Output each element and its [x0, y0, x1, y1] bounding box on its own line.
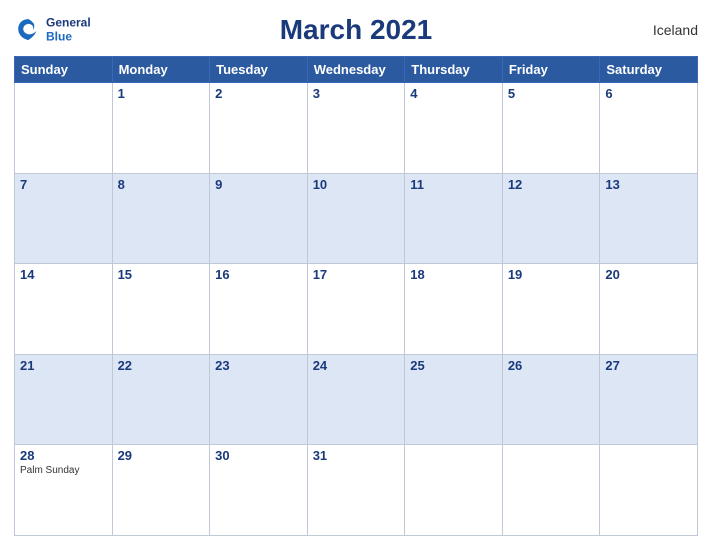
- logo: General Blue: [14, 16, 91, 45]
- day-number: 3: [313, 86, 400, 101]
- logo-general: General: [46, 16, 91, 30]
- day-number: 22: [118, 358, 205, 373]
- calendar-cell: 23: [210, 354, 308, 445]
- weekday-header-row: Sunday Monday Tuesday Wednesday Thursday…: [15, 57, 698, 83]
- country-label: Iceland: [653, 22, 698, 38]
- day-number: 16: [215, 267, 302, 282]
- calendar-week-row: 123456: [15, 83, 698, 174]
- calendar-cell: 3: [307, 83, 405, 174]
- day-number: 5: [508, 86, 595, 101]
- calendar-cell: 1: [112, 83, 210, 174]
- day-number: 19: [508, 267, 595, 282]
- day-number: 2: [215, 86, 302, 101]
- calendar-cell: 12: [502, 173, 600, 264]
- day-number: 8: [118, 177, 205, 192]
- calendar-cell: 6: [600, 83, 698, 174]
- day-number: 13: [605, 177, 692, 192]
- day-number: 9: [215, 177, 302, 192]
- calendar-cell: 31: [307, 445, 405, 536]
- calendar-cell: 29: [112, 445, 210, 536]
- calendar-cell: 20: [600, 264, 698, 355]
- calendar-cell: 14: [15, 264, 113, 355]
- calendar-week-row: 21 22 23 24 25 26 27: [15, 354, 698, 445]
- calendar-cell: [600, 445, 698, 536]
- day-number: 10: [313, 177, 400, 192]
- day-number: 1: [118, 86, 205, 101]
- calendar-cell: 28 Palm Sunday: [15, 445, 113, 536]
- calendar-week-row: 14 15 16 17 18 19 20: [15, 264, 698, 355]
- day-number: 27: [605, 358, 692, 373]
- day-number: 23: [215, 358, 302, 373]
- calendar-cell: 18: [405, 264, 503, 355]
- day-number: 24: [313, 358, 400, 373]
- calendar-cell: 26: [502, 354, 600, 445]
- calendar-week-row: 789 10 11 12 13: [15, 173, 698, 264]
- day-number: 4: [410, 86, 497, 101]
- day-number: 18: [410, 267, 497, 282]
- calendar-cell: 9: [210, 173, 308, 264]
- header-thursday: Thursday: [405, 57, 503, 83]
- day-number: 17: [313, 267, 400, 282]
- day-number: 6: [605, 86, 692, 101]
- calendar-cell: [405, 445, 503, 536]
- calendar-cell: 11: [405, 173, 503, 264]
- header-tuesday: Tuesday: [210, 57, 308, 83]
- day-number: 31: [313, 448, 400, 463]
- calendar-cell: 25: [405, 354, 503, 445]
- header-saturday: Saturday: [600, 57, 698, 83]
- day-number: 28: [20, 448, 107, 463]
- day-number: 12: [508, 177, 595, 192]
- calendar-cell: 8: [112, 173, 210, 264]
- logo-blue: Blue: [46, 30, 91, 44]
- calendar-cell: 5: [502, 83, 600, 174]
- calendar-cell: 13: [600, 173, 698, 264]
- calendar-cell: 21: [15, 354, 113, 445]
- calendar-cell: 4: [405, 83, 503, 174]
- day-number: 11: [410, 177, 497, 192]
- header-wednesday: Wednesday: [307, 57, 405, 83]
- calendar-cell: 17: [307, 264, 405, 355]
- calendar-cell: 15: [112, 264, 210, 355]
- day-number: 7: [20, 177, 107, 192]
- calendar-cell: 24: [307, 354, 405, 445]
- calendar-cell: 10: [307, 173, 405, 264]
- calendar-cell: 19: [502, 264, 600, 355]
- calendar-cell: 22: [112, 354, 210, 445]
- day-number: 20: [605, 267, 692, 282]
- day-number: 15: [118, 267, 205, 282]
- day-event: Palm Sunday: [20, 465, 107, 476]
- calendar-title: March 2021: [280, 14, 433, 46]
- calendar-cell: 7: [15, 173, 113, 264]
- day-number: 30: [215, 448, 302, 463]
- calendar-week-row: 28 Palm Sunday 29 30 31: [15, 445, 698, 536]
- header-friday: Friday: [502, 57, 600, 83]
- calendar-table: Sunday Monday Tuesday Wednesday Thursday…: [14, 56, 698, 536]
- calendar-header: General Blue March 2021 Iceland: [14, 10, 698, 50]
- calendar-cell: 16: [210, 264, 308, 355]
- calendar-cell: [502, 445, 600, 536]
- day-number: 29: [118, 448, 205, 463]
- day-number: 14: [20, 267, 107, 282]
- logo-icon: [14, 16, 42, 44]
- day-number: 25: [410, 358, 497, 373]
- day-number: 26: [508, 358, 595, 373]
- calendar-cell: 30: [210, 445, 308, 536]
- calendar-cell: 27: [600, 354, 698, 445]
- calendar-cell: 2: [210, 83, 308, 174]
- calendar-container: General Blue March 2021 Iceland Sunday M…: [0, 0, 712, 550]
- header-monday: Monday: [112, 57, 210, 83]
- calendar-cell: [15, 83, 113, 174]
- day-number: 21: [20, 358, 107, 373]
- header-sunday: Sunday: [15, 57, 113, 83]
